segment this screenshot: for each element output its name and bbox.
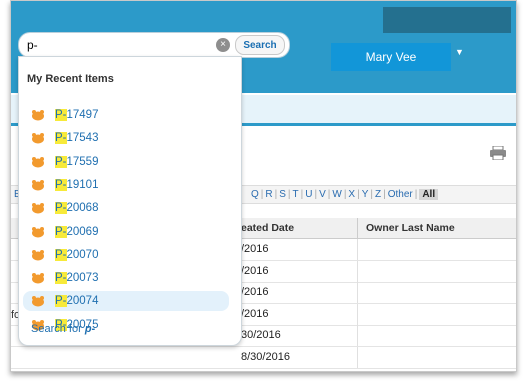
- recent-item-label: P-17543: [55, 132, 99, 145]
- recent-item-label: P-17497: [55, 109, 98, 121]
- recent-item-label: P-19101: [55, 178, 99, 191]
- match-highlight: P-: [55, 272, 67, 285]
- record-icon: [32, 179, 44, 191]
- alpha-letter[interactable]: W: [330, 189, 343, 200]
- record-number: 17559: [66, 155, 99, 168]
- recent-item-label: P-17559: [55, 155, 99, 168]
- recent-item[interactable]: P-17543: [23, 128, 229, 148]
- alpha-letter[interactable]: V: [317, 189, 328, 200]
- match-highlight: P-: [55, 155, 67, 168]
- match-highlight: P-: [55, 248, 67, 261]
- global-search-box: × Search: [18, 32, 290, 58]
- record-number: 20073: [66, 272, 99, 285]
- record-icon: [32, 226, 44, 237]
- recent-item-label: P-20069: [55, 225, 99, 238]
- column-divider: [357, 346, 358, 368]
- record-number: 17543: [66, 132, 99, 145]
- header-corner-block: [383, 7, 511, 33]
- record-icon: [32, 110, 44, 121]
- search-for-link[interactable]: Search for p-: [31, 323, 95, 335]
- match-highlight: P-: [55, 109, 67, 121]
- column-divider: [357, 303, 358, 325]
- recent-item[interactable]: P-20068: [23, 198, 229, 218]
- alpha-letter[interactable]: Y: [360, 189, 371, 200]
- search-for-label: Search for: [31, 323, 82, 335]
- created-date-cell: /2016: [241, 286, 269, 298]
- record-number: 17497: [66, 109, 99, 121]
- record-icon: [32, 133, 44, 144]
- table-row[interactable]: 8/30/2016: [11, 346, 516, 369]
- recent-item[interactable]: P-20073: [23, 268, 229, 288]
- record-number: 19101: [66, 178, 99, 191]
- alpha-letter[interactable]: R: [263, 189, 274, 200]
- search-suggestions-dropdown: My Recent Items P-17497 P-17543 P-17559 P-1…: [18, 56, 242, 346]
- record-number: 20069: [66, 225, 99, 238]
- column-divider: [357, 325, 358, 346]
- caret-down-icon[interactable]: ▼: [455, 47, 464, 57]
- column-divider: [357, 260, 358, 282]
- column-owner-last-name[interactable]: Owner Last Name: [357, 218, 455, 238]
- recent-item[interactable]: P-20069: [23, 222, 229, 242]
- search-button[interactable]: Search: [235, 35, 285, 55]
- alpha-letter-list: Q | R | S | T | U | V | W | X | Y | Z | Other | All: [249, 189, 439, 200]
- recent-item[interactable]: P-17497: [23, 105, 229, 125]
- alpha-letter[interactable]: U: [303, 189, 314, 200]
- user-name: Mary Vee: [365, 50, 417, 64]
- alpha-letter[interactable]: Q: [249, 189, 261, 200]
- recent-item[interactable]: P-20074: [23, 291, 229, 312]
- column-divider: [357, 239, 358, 260]
- alpha-other[interactable]: Other: [386, 189, 415, 200]
- recent-item[interactable]: P-19101: [23, 175, 229, 195]
- match-highlight: P-: [55, 295, 67, 308]
- print-icon[interactable]: [489, 146, 507, 160]
- record-icon: [32, 249, 44, 261]
- created-date-cell: /2016: [241, 243, 269, 255]
- alpha-letter[interactable]: Z: [373, 189, 383, 200]
- record-icon: [32, 203, 44, 214]
- match-highlight: P-: [55, 202, 67, 215]
- match-highlight: P-: [55, 225, 67, 238]
- record-number: 20070: [66, 248, 99, 261]
- recent-item-label: P-20070: [55, 248, 99, 261]
- recent-item-label: P-20068: [55, 202, 99, 215]
- created-date-cell: 30/2016: [241, 329, 281, 341]
- created-date-cell: /2016: [241, 307, 269, 320]
- recent-item-label: P-20073: [55, 272, 99, 285]
- record-icon: [32, 296, 44, 307]
- user-menu-button[interactable]: Mary Vee: [331, 43, 451, 71]
- column-created-date[interactable]: eated Date: [241, 222, 294, 234]
- search-button-label: Search: [243, 39, 277, 51]
- match-highlight: P-: [55, 132, 67, 145]
- recent-item[interactable]: P-20070: [23, 245, 229, 265]
- record-icon: [32, 273, 44, 284]
- alpha-letter[interactable]: S: [277, 189, 288, 200]
- column-divider: [357, 282, 358, 303]
- alpha-letter[interactable]: X: [346, 189, 357, 200]
- clear-circle-icon[interactable]: ×: [216, 38, 230, 52]
- record-icon: [32, 156, 44, 168]
- record-number: 20074: [66, 295, 99, 308]
- created-date-cell: /2016: [241, 264, 269, 277]
- alpha-letter[interactable]: T: [291, 189, 301, 200]
- match-highlight: P-: [55, 178, 67, 191]
- recent-item-label: P-20074: [55, 295, 99, 308]
- created-date-cell: 8/30/2016: [241, 350, 290, 363]
- record-number: 20068: [66, 202, 99, 215]
- alpha-all[interactable]: All: [419, 189, 439, 200]
- search-input[interactable]: [27, 37, 227, 53]
- recent-item[interactable]: P-17559: [23, 152, 229, 172]
- search-for-query: p-: [84, 323, 96, 335]
- recent-items-title: My Recent Items: [27, 73, 114, 85]
